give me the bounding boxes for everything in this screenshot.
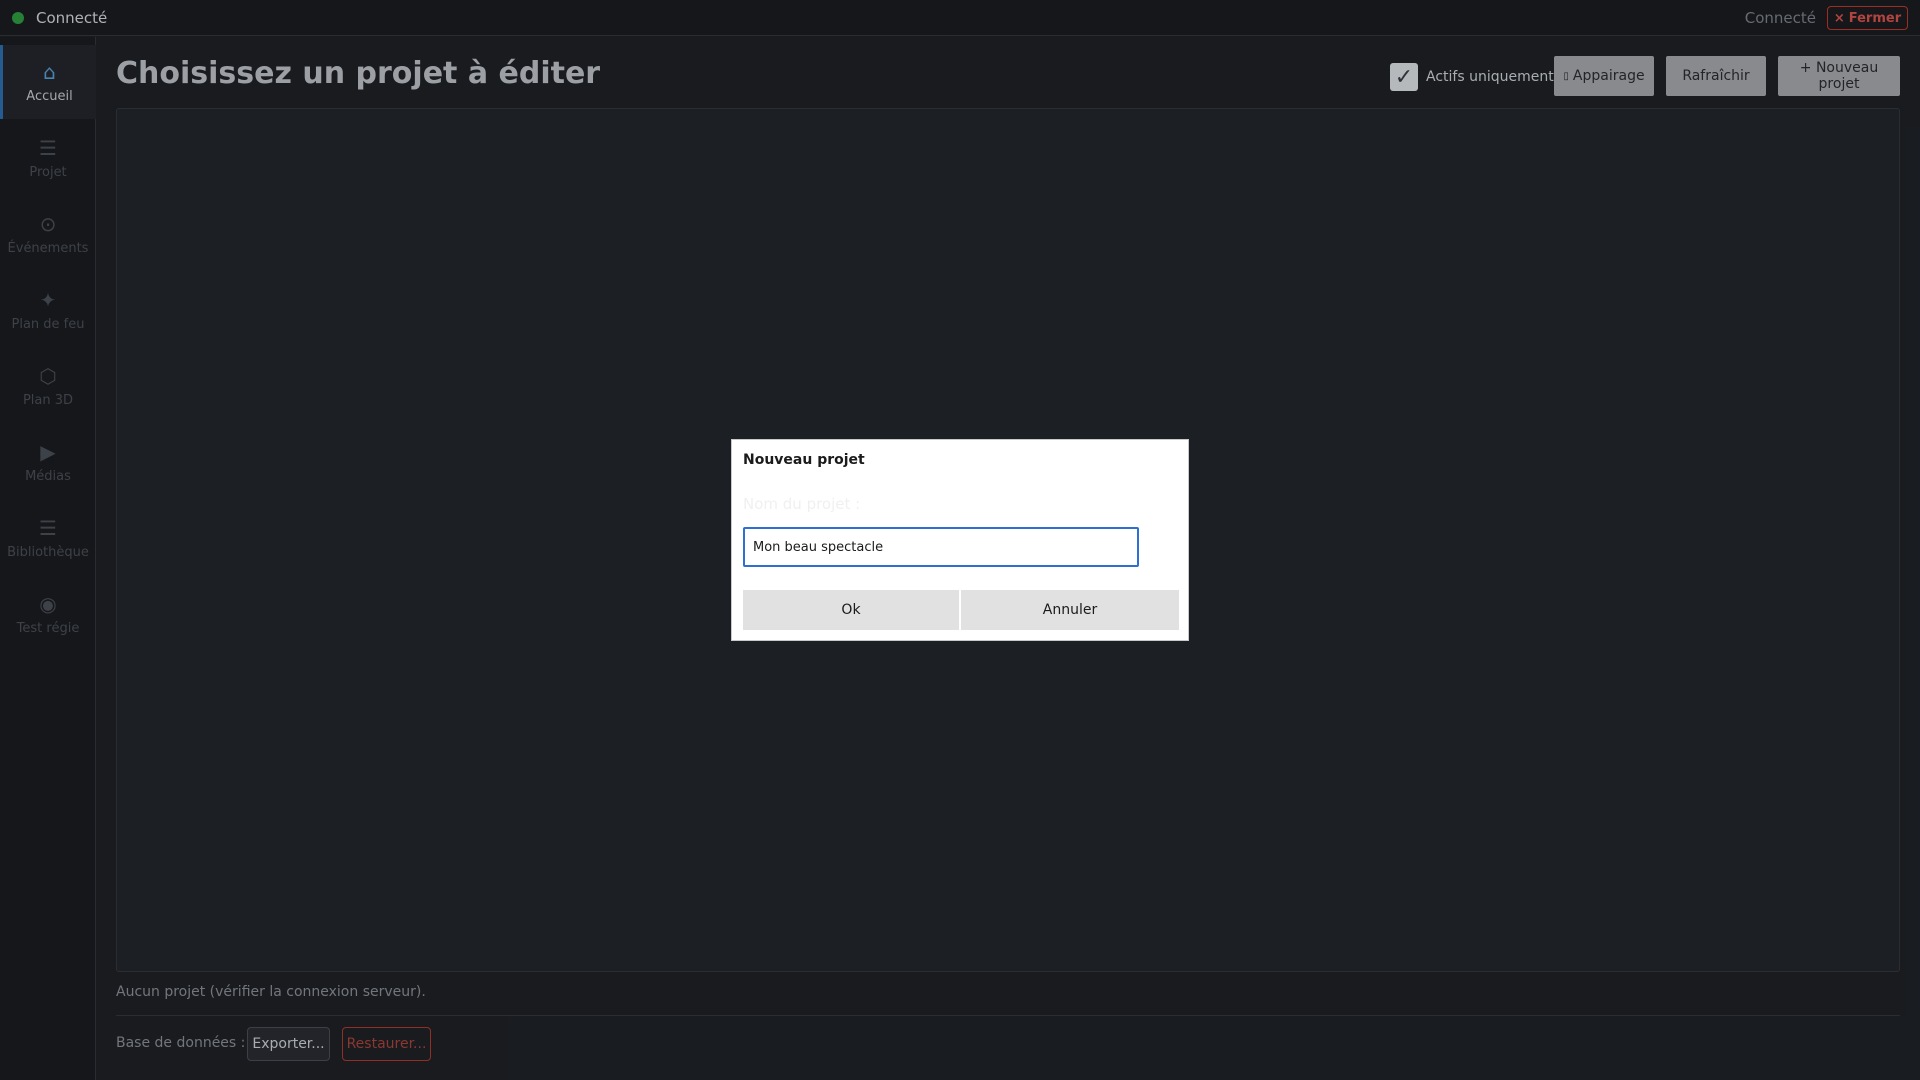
ok-button[interactable]: Ok	[743, 590, 959, 630]
dialog-title: Nouveau projet	[743, 452, 865, 468]
cancel-button[interactable]: Annuler	[961, 590, 1179, 630]
project-name-input[interactable]	[743, 527, 1139, 567]
new-project-dialog: Nouveau projet Nom du projet : Ok Annule…	[731, 439, 1189, 641]
project-name-label: Nom du projet :	[743, 495, 861, 513]
